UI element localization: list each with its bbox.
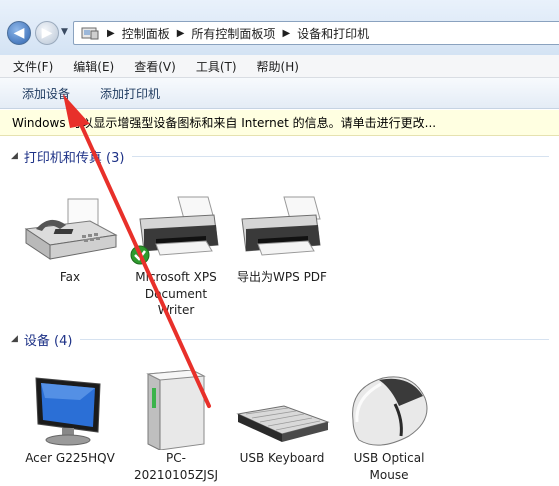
device-label: Acer G225HQV [25,451,115,465]
device-label: Microsoft XPS Document Writer [135,270,217,317]
device-mouse[interactable]: USB Optical Mouse [339,370,439,483]
device-xps-writer[interactable]: Microsoft XPS Document Writer [126,189,226,319]
breadcrumb-separator[interactable]: ▶ [177,28,185,39]
printer-icon [126,189,226,269]
fax-icon [20,189,120,269]
menu-file[interactable]: 文件(F) [0,58,61,75]
device-monitor[interactable]: Acer G225HQV [20,370,120,467]
address-bar-area: ◀ ▶ ▼ ▶ 控制面板 ▶ 所有控制面板项 ▶ 设备和打印机 [0,0,559,55]
menu-tools[interactable]: 工具(T) [184,58,245,75]
menu-edit[interactable]: 编辑(E) [61,58,122,75]
info-bar[interactable]: Windows 可以显示增强型设备图标和来自 Internet 的信息。请单击进… [0,110,559,136]
breadcrumb-devices-printers[interactable]: 设备和打印机 [297,25,369,42]
device-label: USB Keyboard [239,451,325,465]
device-label: 导出为WPS PDF [237,270,327,284]
menu-bar: 文件(F) 编辑(E) 查看(V) 工具(T) 帮助(H) [0,55,559,78]
menu-view[interactable]: 查看(V) [122,58,184,75]
menu-help[interactable]: 帮助(H) [245,58,307,75]
arrow-right-icon: ▶ [41,25,53,41]
devices-group-title: 设备 (4) [23,333,73,349]
group-divider [132,155,549,157]
mouse-icon [339,370,439,450]
device-fax[interactable]: Fax [20,189,120,286]
keyboard-icon [232,370,332,450]
device-wps-pdf[interactable]: 导出为WPS PDF [232,189,332,286]
device-label: USB Optical Mouse [353,451,425,482]
add-printer-button[interactable]: 添加打印机 [100,85,160,102]
device-label: Fax [59,270,81,284]
back-button[interactable]: ◀ [7,21,31,45]
default-printer-check-icon [130,245,150,265]
arrow-left-icon: ◀ [13,25,25,41]
breadcrumb-separator[interactable]: ▶ [107,28,115,39]
printers-group-title: 打印机和传真 (3) [23,150,125,166]
device-computer[interactable]: PC-20210105ZJSJ [126,369,226,483]
printers-group-header[interactable]: ◢ 打印机和传真 (3) [0,146,559,166]
forward-button[interactable]: ▶ [35,21,59,45]
device-keyboard[interactable]: USB Keyboard [232,370,332,467]
command-bar: 添加设备 添加打印机 [0,78,559,109]
breadcrumb-control-panel[interactable]: 控制面板 [122,25,170,42]
device-label: PC-20210105ZJSJ [134,451,218,482]
monitor-icon [20,370,120,450]
collapse-triangle-icon[interactable]: ◢ [11,151,18,161]
printer-icon [232,189,332,269]
control-panel-icon [80,24,100,42]
collapse-triangle-icon[interactable]: ◢ [11,334,18,344]
breadcrumb-all-items[interactable]: 所有控制面板项 [191,25,275,42]
add-device-button[interactable]: 添加设备 [22,85,70,102]
breadcrumb-separator[interactable]: ▶ [282,28,290,39]
address-field[interactable]: ▶ 控制面板 ▶ 所有控制面板项 ▶ 设备和打印机 [73,21,559,45]
group-divider [80,338,549,340]
history-dropdown-icon[interactable]: ▼ [61,27,68,37]
devices-group-header[interactable]: ◢ 设备 (4) [0,329,559,349]
computer-tower-icon [126,369,226,451]
